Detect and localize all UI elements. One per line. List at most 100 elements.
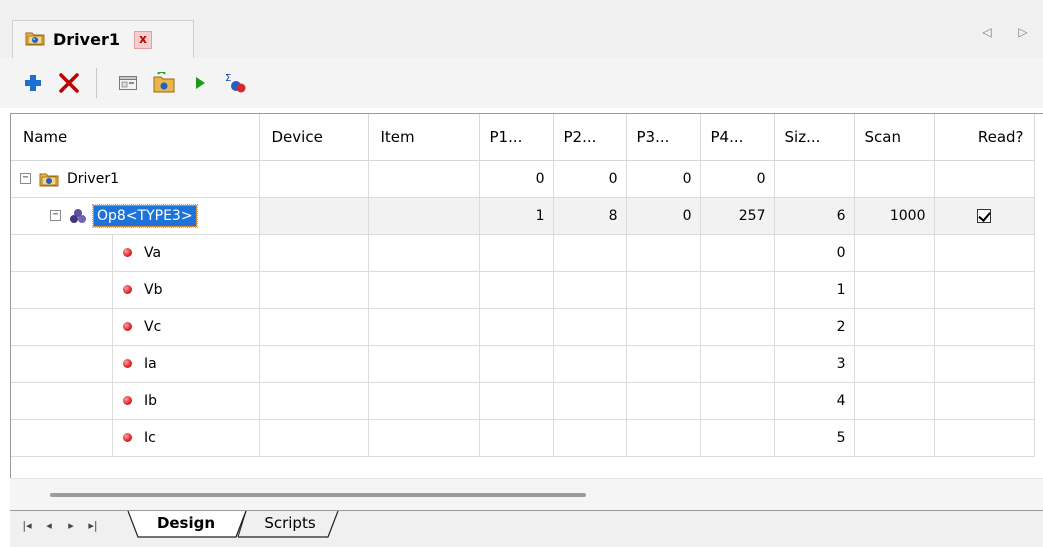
read-cell[interactable] [934,382,1035,420]
table-row-op8[interactable]: − Op8<TYPE3> 1 8 0 257 6 1000 [11,197,1035,235]
first-sheet-icon[interactable]: |◂ [16,519,38,532]
p3-cell[interactable] [626,308,701,346]
col-scan-header[interactable]: Scan [854,114,935,161]
p2-cell[interactable] [553,234,627,272]
name-cell[interactable]: − Op8<TYPE3> [11,197,260,235]
device-cell[interactable] [259,419,369,457]
p1-cell[interactable] [479,345,554,383]
scan-cell[interactable] [854,271,935,309]
p2-cell[interactable]: 0 [553,160,627,198]
col-name-header[interactable]: Name [11,114,260,161]
p3-cell[interactable] [626,345,701,383]
p3-cell[interactable]: 0 [626,197,701,235]
p4-cell[interactable] [700,382,775,420]
table-row-tag[interactable]: Ia 3 [11,345,1035,383]
p1-cell[interactable] [479,234,554,272]
open-folder-button[interactable] [149,66,179,100]
p2-cell[interactable] [553,382,627,420]
col-p2-header[interactable]: P2... [553,114,627,161]
col-size-header[interactable]: Siz... [774,114,855,161]
device-cell[interactable] [259,197,369,235]
p1-cell[interactable]: 1 [479,197,554,235]
table-row-tag[interactable]: Vb 1 [11,271,1035,309]
size-cell[interactable]: 2 [774,308,855,346]
document-tab-driver1[interactable]: Driver1 x [12,20,194,58]
name-cell[interactable]: Ia [11,345,260,383]
last-sheet-icon[interactable]: ▸| [82,519,104,532]
delete-button[interactable] [54,66,84,100]
sheet-tab-scripts[interactable]: Scripts [240,511,340,537]
item-cell[interactable] [368,308,480,346]
size-cell[interactable]: 6 [774,197,855,235]
p2-cell[interactable] [553,419,627,457]
item-cell[interactable] [368,345,480,383]
col-read-header[interactable]: Read? [934,114,1035,161]
tab-scroll-right-icon[interactable]: ▷ [1013,25,1033,39]
table-row-tag[interactable]: Vc 2 [11,308,1035,346]
item-cell[interactable] [368,419,480,457]
p1-cell[interactable] [479,271,554,309]
summary-button[interactable]: Σ [221,66,251,100]
p3-cell[interactable] [626,271,701,309]
read-cell[interactable] [934,197,1035,235]
size-cell[interactable]: 1 [774,271,855,309]
p3-cell[interactable]: 0 [626,160,701,198]
collapse-icon[interactable]: − [20,173,31,184]
col-item-header[interactable]: Item [368,114,480,161]
read-cell[interactable] [934,345,1035,383]
size-cell[interactable]: 4 [774,382,855,420]
size-cell[interactable]: 0 [774,234,855,272]
scan-cell[interactable] [854,308,935,346]
p2-cell[interactable] [553,271,627,309]
add-button[interactable] [18,66,48,100]
name-cell[interactable]: − Driver1 [11,160,260,198]
p3-cell[interactable] [626,419,701,457]
scan-cell[interactable] [854,419,935,457]
next-sheet-icon[interactable]: ▸ [60,519,82,532]
tab-scroll-left-icon[interactable]: ◁ [977,25,997,39]
device-cell[interactable] [259,345,369,383]
scan-cell[interactable] [854,160,935,198]
scan-cell[interactable]: 1000 [854,197,935,235]
p3-cell[interactable] [626,234,701,272]
p2-cell[interactable] [553,345,627,383]
name-cell[interactable]: Ib [11,382,260,420]
p1-cell[interactable] [479,382,554,420]
p4-cell[interactable]: 0 [700,160,775,198]
col-device-header[interactable]: Device [259,114,369,161]
size-cell[interactable] [774,160,855,198]
device-cell[interactable] [259,308,369,346]
scrollbar-thumb[interactable] [50,493,586,497]
read-cell[interactable] [934,419,1035,457]
p1-cell[interactable] [479,419,554,457]
p4-cell[interactable]: 257 [700,197,775,235]
item-cell[interactable] [368,234,480,272]
device-cell[interactable] [259,271,369,309]
name-cell[interactable]: Va [11,234,260,272]
p3-cell[interactable] [626,382,701,420]
p2-cell[interactable] [553,308,627,346]
read-cell[interactable] [934,160,1035,198]
p4-cell[interactable] [700,308,775,346]
read-cell[interactable] [934,234,1035,272]
device-cell[interactable] [259,234,369,272]
table-row-tag[interactable]: Ib 4 [11,382,1035,420]
name-cell[interactable]: Vc [11,308,260,346]
device-cell[interactable] [259,382,369,420]
col-p3-header[interactable]: P3... [626,114,701,161]
close-tab-button[interactable]: x [133,30,152,49]
table-row-tag[interactable]: Va 0 [11,234,1035,272]
properties-button[interactable] [113,66,143,100]
scan-cell[interactable] [854,382,935,420]
col-p1-header[interactable]: P1... [479,114,554,161]
item-cell[interactable] [368,160,480,198]
collapse-icon[interactable]: − [50,210,61,221]
horizontal-scrollbar[interactable] [10,478,1043,510]
col-p4-header[interactable]: P4... [700,114,775,161]
device-cell[interactable] [259,160,369,198]
prev-sheet-icon[interactable]: ◂ [38,519,60,532]
item-cell[interactable] [368,382,480,420]
p1-cell[interactable] [479,308,554,346]
read-checkbox[interactable] [977,208,991,223]
read-cell[interactable] [934,271,1035,309]
